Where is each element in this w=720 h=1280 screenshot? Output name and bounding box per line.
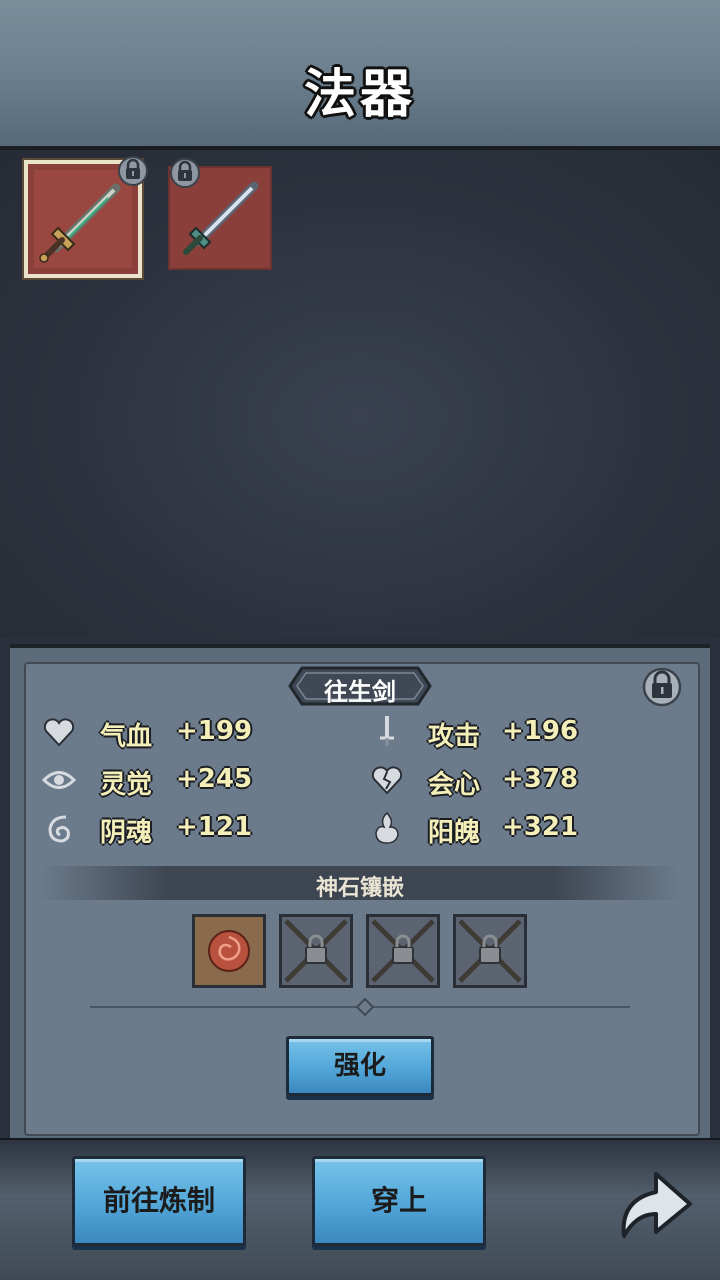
enhance-button[interactable]: 强化	[286, 1036, 434, 1096]
back-arrow-icon[interactable]	[612, 1160, 696, 1244]
inventory-slot-2[interactable]	[168, 158, 272, 270]
refine-button-label: 前往炼制	[102, 1184, 215, 1217]
stat-value: +245	[176, 764, 253, 794]
gem-slot-1[interactable]	[192, 914, 266, 988]
item-name: 往生剑	[324, 678, 396, 706]
gem-section-title: 神石镶嵌	[315, 876, 404, 901]
broken-heart-icon	[371, 766, 403, 795]
chain-lock-icon	[284, 919, 348, 983]
page-title: 法器	[303, 65, 416, 125]
lock-icon	[118, 156, 148, 186]
eye-icon	[42, 771, 76, 789]
red-gem-icon	[208, 930, 250, 972]
stat-label: 会心	[428, 770, 481, 800]
enhance-button-label: 强化	[333, 1051, 386, 1081]
stat-label: 攻击	[428, 722, 481, 752]
stat-label: 阳魄	[428, 818, 481, 848]
swirl-icon	[48, 815, 70, 843]
equip-button[interactable]: 穿上	[312, 1156, 486, 1246]
stat-value: +121	[176, 812, 253, 842]
stat-value: +321	[502, 812, 579, 842]
equip-button-label: 穿上	[370, 1184, 427, 1217]
dagger-icon	[380, 716, 394, 746]
item-lock-icon[interactable]	[642, 664, 682, 708]
stat-label: 灵觉	[100, 770, 153, 800]
stat-label: 阴魂	[100, 818, 153, 848]
inventory-slot-1[interactable]	[24, 156, 148, 278]
gem-slot-2[interactable]	[279, 914, 353, 988]
stat-value: +378	[502, 764, 579, 794]
refine-button[interactable]: 前往炼制	[72, 1156, 246, 1246]
diamond-ornament-icon	[356, 998, 374, 1016]
gem-slot-4[interactable]	[453, 914, 527, 988]
flame-icon	[375, 811, 399, 844]
heart-icon	[43, 718, 75, 747]
gem-slot-3[interactable]	[366, 914, 440, 988]
stat-value: +199	[176, 716, 253, 746]
chain-lock-icon	[371, 919, 435, 983]
lock-icon	[170, 158, 200, 188]
stat-value: +196	[502, 716, 579, 746]
chain-lock-icon	[458, 919, 522, 983]
stat-label: 气血	[100, 722, 153, 752]
